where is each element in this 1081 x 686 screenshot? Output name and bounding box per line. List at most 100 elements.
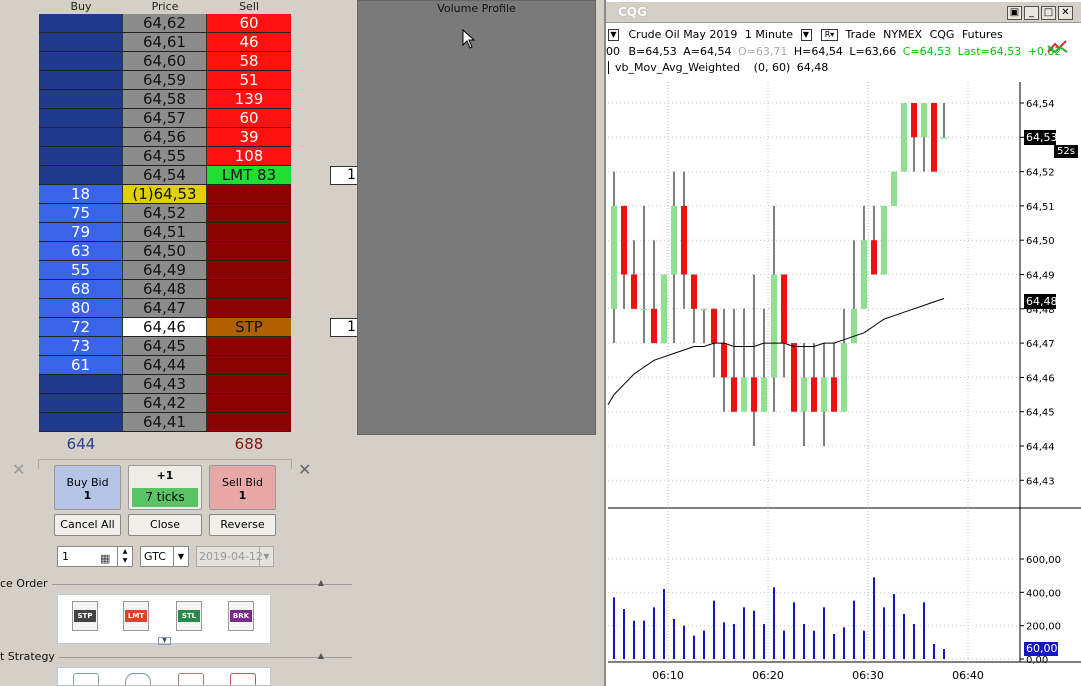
ladder-price-cell[interactable]: 64,50: [123, 242, 207, 261]
ladder-sell-cell[interactable]: 46: [207, 33, 291, 52]
ladder-buy-cell[interactable]: [39, 14, 123, 33]
ladder-buy-cell[interactable]: [39, 394, 123, 413]
cancel-all-button[interactable]: Cancel All: [54, 514, 121, 536]
ladder-buy-cell[interactable]: 79: [39, 223, 123, 242]
ladder-buy-cell[interactable]: [39, 166, 123, 185]
collapse-icon[interactable]: ▲: [313, 578, 329, 588]
ladder-sell-cell[interactable]: [207, 280, 291, 299]
ladder-price-cell[interactable]: 64,57: [123, 109, 207, 128]
ladder-buy-cell[interactable]: 63: [39, 242, 123, 261]
ladder-price-cell[interactable]: 64,42: [123, 394, 207, 413]
ladder-price-cell[interactable]: 64,51: [123, 223, 207, 242]
ladder-buy-cell[interactable]: [39, 71, 123, 90]
ladder-price-cell[interactable]: 64,59: [123, 71, 207, 90]
strategy-icon[interactable]: [178, 673, 204, 685]
ladder-sell-cell[interactable]: [207, 185, 291, 204]
ladder-price-cell[interactable]: 64,47: [123, 299, 207, 318]
ladder-price-cell[interactable]: 64,49: [123, 261, 207, 280]
ladder-buy-cell[interactable]: 80: [39, 299, 123, 318]
candle-up: [901, 103, 907, 172]
ladder-sell-cell[interactable]: 58: [207, 52, 291, 71]
ladder-buy-cell[interactable]: 55: [39, 261, 123, 280]
ladder-buy-cell[interactable]: [39, 109, 123, 128]
price-chart[interactable]: 06:10 06:20 06:30 06:40 64,54 64,53 64,52 64,51…: [606, 0, 1081, 686]
tick-offset-control[interactable]: +1 7 ticks: [128, 465, 202, 510]
ladder-buy-cell[interactable]: 68: [39, 280, 123, 299]
ladder-price-cell[interactable]: 64,56: [123, 128, 207, 147]
ladder-sell-cell[interactable]: [207, 299, 291, 318]
strategy-icon[interactable]: [125, 673, 151, 685]
ladder-price-cell[interactable]: 64,54: [123, 166, 207, 185]
ladder-sell-cell[interactable]: [207, 242, 291, 261]
quantity-field[interactable]: 1 ▦ ▲ ▼: [57, 546, 133, 567]
close-right-icon[interactable]: ✕: [298, 460, 311, 479]
ladder-buy-cell[interactable]: 73: [39, 337, 123, 356]
quantity-spinner[interactable]: ▲ ▼: [117, 547, 132, 566]
ladder-row: 64,54LMT 831✕: [39, 166, 390, 185]
ladder-price-cell[interactable]: 64,61: [123, 33, 207, 52]
buy-bid-button[interactable]: Buy Bid 1: [54, 465, 121, 510]
ladder-sell-cell[interactable]: LMT 83: [207, 166, 291, 185]
ladder-sell-cell[interactable]: [207, 261, 291, 280]
chevron-down-icon[interactable]: ▼: [173, 547, 188, 566]
ladder-sell-cell[interactable]: [207, 204, 291, 223]
sell-bid-button[interactable]: Sell Bid 1: [209, 465, 276, 510]
duration-select[interactable]: GTC ▼: [140, 546, 189, 567]
ladder-buy-cell[interactable]: [39, 90, 123, 109]
ladder-sell-cell[interactable]: 60: [207, 109, 291, 128]
ladder-price-cell[interactable]: 64,52: [123, 204, 207, 223]
order-type-tile[interactable]: STP: [72, 601, 98, 631]
ladder-buy-cell[interactable]: 61: [39, 356, 123, 375]
sell-column-header: Sell: [239, 0, 259, 13]
ladder-sell-cell[interactable]: 60: [207, 14, 291, 33]
candle-up: [801, 377, 807, 412]
ladder-sell-cell[interactable]: [207, 375, 291, 394]
reverse-button[interactable]: Reverse: [209, 514, 276, 536]
order-type-tile[interactable]: LMT: [123, 601, 149, 631]
order-type-tile[interactable]: STL: [176, 601, 202, 631]
ladder-price-cell[interactable]: 64,43: [123, 375, 207, 394]
ladder-price-cell[interactable]: 64,48: [123, 280, 207, 299]
ladder-buy-cell[interactable]: [39, 147, 123, 166]
ladder-buy-cell[interactable]: 75: [39, 204, 123, 223]
ladder-buy-cell[interactable]: [39, 375, 123, 394]
ladder-buy-cell[interactable]: 72: [39, 318, 123, 337]
ladder-sell-cell[interactable]: [207, 394, 291, 413]
ladder-sell-cell[interactable]: [207, 356, 291, 375]
ladder-price-cell[interactable]: 64,46: [123, 318, 207, 337]
close-left-icon[interactable]: ✕: [12, 460, 25, 479]
ladder-price-cell[interactable]: (1)64,53: [123, 185, 207, 204]
ladder-sell-cell[interactable]: 139: [207, 90, 291, 109]
ladder-sell-cell[interactable]: 51: [207, 71, 291, 90]
close-button[interactable]: Close: [128, 514, 202, 536]
ladder-buy-cell[interactable]: [39, 52, 123, 71]
strategy-icon[interactable]: [230, 673, 256, 685]
ladder-price-cell[interactable]: 64,44: [123, 356, 207, 375]
expiry-date-field[interactable]: 2019-04-12 ▼: [196, 546, 274, 567]
ladder-sell-cell[interactable]: 108: [207, 147, 291, 166]
calculator-icon[interactable]: ▦: [100, 549, 110, 568]
ladder-price-cell[interactable]: 64,55: [123, 147, 207, 166]
ladder-sell-cell[interactable]: [207, 337, 291, 356]
ladder-sell-cell[interactable]: [207, 223, 291, 242]
expand-icon[interactable]: ▼: [158, 637, 171, 645]
ladder-price-cell[interactable]: 64,45: [123, 337, 207, 356]
ladder-buy-cell[interactable]: [39, 413, 123, 432]
ladder-price-cell[interactable]: 64,41: [123, 413, 207, 432]
ladder-price-cell[interactable]: 64,58: [123, 90, 207, 109]
ladder-price-cell[interactable]: 64,60: [123, 52, 207, 71]
ladder-sell-cell[interactable]: 39: [207, 128, 291, 147]
order-type-tile[interactable]: BRK: [228, 601, 254, 631]
collapse-icon[interactable]: ▲: [313, 651, 329, 661]
candle-up: [821, 377, 827, 412]
ladder-sell-cell[interactable]: [207, 413, 291, 432]
ladder-buy-cell[interactable]: 18: [39, 185, 123, 204]
ladder-buy-cell[interactable]: [39, 128, 123, 147]
strategy-icon[interactable]: [73, 673, 99, 685]
ladder-price-cell[interactable]: 64,62: [123, 14, 207, 33]
ladder-sell-cell[interactable]: STP: [207, 318, 291, 337]
candle-up: [881, 205, 887, 275]
quantity-value: 1: [62, 550, 69, 563]
chevron-down-icon[interactable]: ▼: [259, 547, 273, 566]
ladder-buy-cell[interactable]: [39, 33, 123, 52]
